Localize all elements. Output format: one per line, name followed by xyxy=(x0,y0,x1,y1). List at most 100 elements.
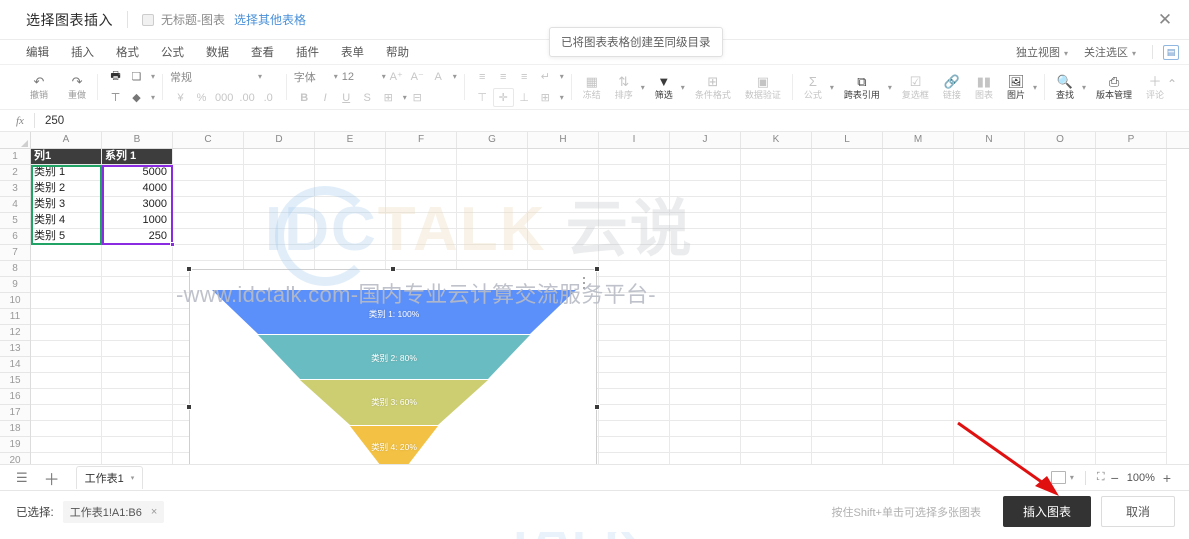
cell-A20[interactable] xyxy=(31,453,102,464)
cell-O17[interactable] xyxy=(1025,405,1096,421)
cell-B13[interactable] xyxy=(102,341,173,357)
cell-K4[interactable] xyxy=(741,197,812,213)
column-header-f[interactable]: F xyxy=(386,132,457,148)
currency-format-button[interactable]: ¥ xyxy=(170,88,191,107)
cell-N16[interactable] xyxy=(954,389,1025,405)
row-header-20[interactable]: 20 xyxy=(0,453,30,464)
cell-M1[interactable] xyxy=(883,149,954,165)
cell-P11[interactable] xyxy=(1096,309,1167,325)
column-header-g[interactable]: G xyxy=(457,132,528,148)
cell-P15[interactable] xyxy=(1096,373,1167,389)
cell-B7[interactable] xyxy=(102,245,173,261)
cell-M4[interactable] xyxy=(883,197,954,213)
cell-A14[interactable] xyxy=(31,357,102,373)
version-button[interactable]: ⎙ 版本管理 xyxy=(1092,74,1136,101)
percent-format-button[interactable]: % xyxy=(191,88,212,107)
row-header-2[interactable]: 2 xyxy=(0,165,30,181)
zoom-out-button[interactable]: − xyxy=(1105,470,1125,486)
chevron-down-icon[interactable]: ▾ xyxy=(560,72,564,81)
checkbox-button[interactable]: ☑ 复选框 xyxy=(898,74,933,101)
cell-H5[interactable] xyxy=(528,213,599,229)
column-header-c[interactable]: C xyxy=(173,132,244,148)
cell-P16[interactable] xyxy=(1096,389,1167,405)
cell-G1[interactable] xyxy=(457,149,528,165)
cell-N1[interactable] xyxy=(954,149,1025,165)
cell-B5[interactable]: 1000 xyxy=(102,213,173,229)
cell-N8[interactable] xyxy=(954,261,1025,277)
resize-handle-ne[interactable] xyxy=(594,266,600,272)
chevron-down-icon[interactable]: ▾ xyxy=(453,72,457,81)
cell-D7[interactable] xyxy=(244,245,315,261)
column-header-k[interactable]: K xyxy=(741,132,812,148)
cell-J4[interactable] xyxy=(670,197,741,213)
cell-J18[interactable] xyxy=(670,421,741,437)
cell-A10[interactable] xyxy=(31,293,102,309)
cell-K5[interactable] xyxy=(741,213,812,229)
cell-N14[interactable] xyxy=(954,357,1025,373)
chevron-down-icon[interactable]: ▾ xyxy=(1033,83,1037,92)
cell-L10[interactable] xyxy=(812,293,883,309)
cell-A1[interactable]: 列1 xyxy=(31,149,102,165)
column-header-l[interactable]: L xyxy=(812,132,883,148)
fit-screen-icon[interactable]: ⛶ xyxy=(1097,471,1105,484)
borders-icon[interactable]: ⊞ xyxy=(378,88,399,107)
cell-J7[interactable] xyxy=(670,245,741,261)
row-header-7[interactable]: 7 xyxy=(0,245,30,261)
cell-J17[interactable] xyxy=(670,405,741,421)
cell-P18[interactable] xyxy=(1096,421,1167,437)
cell-B19[interactable] xyxy=(102,437,173,453)
menu-item-formula[interactable]: 公式 xyxy=(161,44,184,60)
cell-L7[interactable] xyxy=(812,245,883,261)
cell-I16[interactable] xyxy=(599,389,670,405)
cell-D6[interactable] xyxy=(244,229,315,245)
cell-L14[interactable] xyxy=(812,357,883,373)
cell-K3[interactable] xyxy=(741,181,812,197)
cell-I15[interactable] xyxy=(599,373,670,389)
underline-button[interactable]: U xyxy=(336,88,357,107)
column-header-h[interactable]: H xyxy=(528,132,599,148)
cell-B2[interactable]: 5000 xyxy=(102,165,173,181)
menu-item-edit[interactable]: 编辑 xyxy=(26,44,49,60)
cell-I10[interactable] xyxy=(599,293,670,309)
cell-K14[interactable] xyxy=(741,357,812,373)
row-header-17[interactable]: 17 xyxy=(0,405,30,421)
cell-B18[interactable] xyxy=(102,421,173,437)
cell-D4[interactable] xyxy=(244,197,315,213)
conditional-format-button[interactable]: ⊞ 条件格式 xyxy=(691,74,735,101)
cell-K8[interactable] xyxy=(741,261,812,277)
cell-H1[interactable] xyxy=(528,149,599,165)
cell-A17[interactable] xyxy=(31,405,102,421)
align-left-icon[interactable]: ≡ xyxy=(472,67,493,86)
cell-K1[interactable] xyxy=(741,149,812,165)
close-icon[interactable]: ✕ xyxy=(1155,10,1175,30)
font-color-icon[interactable]: A xyxy=(428,67,449,86)
cell-O1[interactable] xyxy=(1025,149,1096,165)
cell-O10[interactable] xyxy=(1025,293,1096,309)
data-validation-button[interactable]: ▣ 数据验证 xyxy=(741,74,785,101)
cell-A18[interactable] xyxy=(31,421,102,437)
cell-A9[interactable] xyxy=(31,277,102,293)
menu-item-insert[interactable]: 插入 xyxy=(71,44,94,60)
cell-P17[interactable] xyxy=(1096,405,1167,421)
cell-K15[interactable] xyxy=(741,373,812,389)
cell-L18[interactable] xyxy=(812,421,883,437)
column-header-n[interactable]: N xyxy=(954,132,1025,148)
selection-handle[interactable] xyxy=(170,242,175,247)
cell-O12[interactable] xyxy=(1025,325,1096,341)
row-header-5[interactable]: 5 xyxy=(0,213,30,229)
cell-A13[interactable] xyxy=(31,341,102,357)
valign-bottom-icon[interactable]: ⊥ xyxy=(514,88,535,107)
column-header-a[interactable]: A xyxy=(31,132,102,148)
cell-E7[interactable] xyxy=(315,245,386,261)
formula-button[interactable]: Σ 公式 xyxy=(800,74,826,101)
strikethrough-button[interactable]: S xyxy=(357,88,378,107)
increase-decimal-button[interactable]: .00 xyxy=(236,88,257,107)
row-header-12[interactable]: 12 xyxy=(0,325,30,341)
cell-M9[interactable] xyxy=(883,277,954,293)
cell-M12[interactable] xyxy=(883,325,954,341)
cell-N9[interactable] xyxy=(954,277,1025,293)
cell-A2[interactable]: 类别 1 xyxy=(31,165,102,181)
cell-C2[interactable] xyxy=(173,165,244,181)
chevron-down-icon[interactable]: ▾ xyxy=(1070,473,1074,482)
cell-J13[interactable] xyxy=(670,341,741,357)
